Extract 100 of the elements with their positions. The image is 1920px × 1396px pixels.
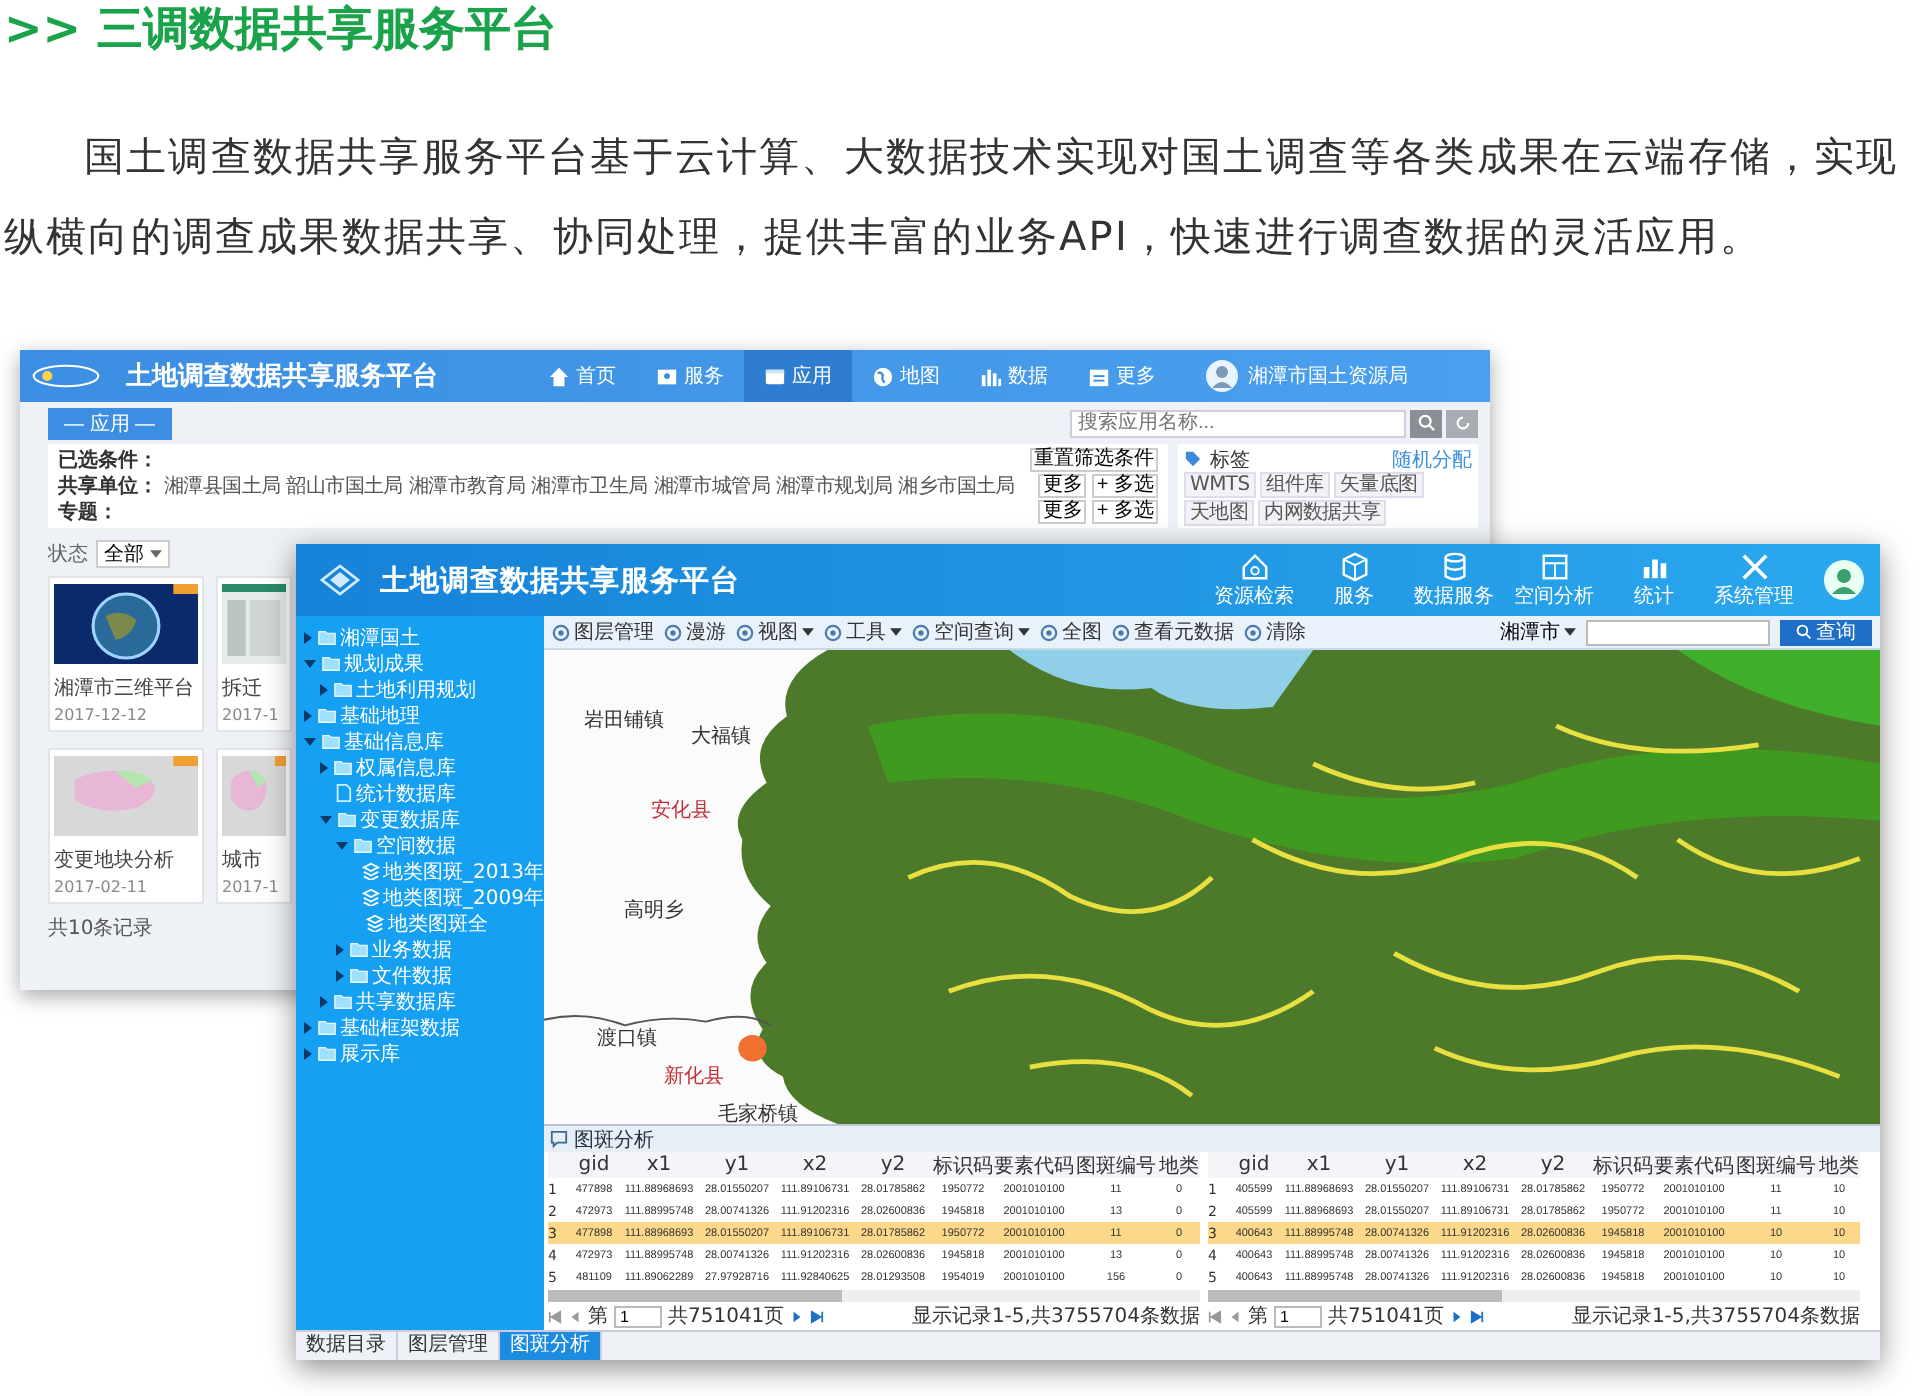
previous-page-icon[interactable] bbox=[1228, 1309, 1242, 1323]
card-title: 城市 bbox=[222, 847, 264, 874]
first-page-icon[interactable] bbox=[1208, 1309, 1222, 1323]
cube-icon bbox=[1339, 551, 1369, 581]
column-header[interactable]: y2 bbox=[854, 1154, 932, 1176]
app-card[interactable]: 拆迁 2017-1 bbox=[216, 576, 292, 732]
column-header[interactable]: x1 bbox=[620, 1154, 698, 1176]
avatar-icon bbox=[1206, 360, 1238, 392]
toolbar-button[interactable]: 视图 bbox=[736, 618, 814, 646]
search-field[interactable]: 搜索应用名称... bbox=[1070, 409, 1406, 437]
filter-option[interactable]: 湘潭县国土局 bbox=[164, 471, 281, 499]
app-card[interactable]: 城市 2017-1 bbox=[216, 748, 292, 904]
page-field[interactable]: 1 bbox=[1274, 1305, 1322, 1327]
toolbar-button[interactable]: 空间查询 bbox=[912, 618, 1030, 646]
multi-select-button[interactable]: + 多选 bbox=[1092, 499, 1158, 523]
column-header[interactable]: y1 bbox=[698, 1154, 776, 1176]
page-count: 共751041页 bbox=[668, 1303, 785, 1330]
bar-chart-icon bbox=[980, 365, 1002, 387]
layers-icon bbox=[361, 888, 380, 906]
first-page-icon[interactable] bbox=[548, 1309, 562, 1323]
globe-thumbnail bbox=[54, 584, 198, 664]
grid-icon bbox=[1539, 551, 1569, 581]
page-heading: >> 三调数据共享服务平台 bbox=[2, 2, 560, 60]
column-header[interactable]: y1 bbox=[1358, 1154, 1436, 1176]
filter-option[interactable]: 湘潭市城管局 bbox=[653, 471, 771, 499]
column-header[interactable]: x1 bbox=[1280, 1154, 1358, 1176]
next-page-icon[interactable] bbox=[790, 1309, 805, 1323]
place-label: 高明乡 bbox=[624, 897, 685, 925]
place-label: 新化县 bbox=[664, 1063, 725, 1091]
window-icon bbox=[764, 365, 786, 387]
query-field[interactable] bbox=[1586, 619, 1770, 645]
card-date: 2017-1 bbox=[222, 878, 281, 896]
caret-icon bbox=[150, 550, 162, 558]
tag[interactable]: 内网数据共享 bbox=[1258, 500, 1387, 526]
next-page-icon[interactable] bbox=[1450, 1309, 1465, 1323]
place-label: 渡口镇 bbox=[597, 1025, 658, 1053]
search-button[interactable] bbox=[1410, 409, 1442, 437]
panel-title: 标签 bbox=[1210, 447, 1250, 473]
column-header[interactable]: 图斑编号 bbox=[1734, 1151, 1818, 1179]
search-icon bbox=[1796, 624, 1812, 640]
column-header[interactable]: gid bbox=[1228, 1154, 1280, 1176]
tag[interactable]: WMTS bbox=[1184, 472, 1256, 498]
record-summary: 显示记录1-5,共3755704条数据 bbox=[911, 1303, 1200, 1330]
last-page-icon[interactable] bbox=[1470, 1309, 1485, 1323]
caret-icon bbox=[1564, 628, 1576, 636]
column-header[interactable]: 标识码 bbox=[1592, 1151, 1654, 1179]
app-card[interactable]: 变更地块分析 2017-02-11 bbox=[48, 748, 204, 904]
last-page-icon[interactable] bbox=[810, 1309, 825, 1323]
page-field[interactable]: 1 bbox=[614, 1305, 662, 1327]
app-card[interactable]: 湘潭市三维平台 2017-12-12 bbox=[48, 576, 204, 732]
filter-option[interactable]: 韶山市国土局 bbox=[286, 471, 403, 499]
query-button[interactable]: 查询 bbox=[1780, 619, 1872, 645]
tag[interactable]: 天地图 bbox=[1184, 500, 1255, 526]
tag[interactable]: 矢量底图 bbox=[1333, 472, 1424, 498]
column-header[interactable]: gid bbox=[568, 1154, 620, 1176]
previous-page-icon[interactable] bbox=[568, 1309, 582, 1323]
toolbar-button[interactable]: 漫游 bbox=[664, 618, 726, 646]
place-label: 大福镇 bbox=[690, 723, 751, 750]
toolbar-button[interactable]: 工具 bbox=[824, 618, 902, 646]
page-count: 共751041页 bbox=[1328, 1303, 1445, 1330]
column-header[interactable]: 要素代码 bbox=[994, 1151, 1074, 1179]
horizontal-scrollbar[interactable] bbox=[548, 1290, 1200, 1302]
screen-thumbnail bbox=[222, 584, 286, 664]
filter-label: 已选条件： bbox=[58, 447, 158, 473]
user-name: 湘潭市国土资源局 bbox=[1248, 363, 1408, 390]
column-header[interactable]: 标识码 bbox=[932, 1151, 994, 1179]
horizontal-scrollbar[interactable] bbox=[1208, 1290, 1860, 1302]
record-count: 共10条记录 bbox=[48, 915, 154, 942]
toolbar-button[interactable]: 全图 bbox=[1040, 618, 1102, 646]
column-header[interactable]: 图斑编号 bbox=[1074, 1151, 1158, 1179]
refresh-button[interactable] bbox=[1446, 409, 1478, 437]
search-icon bbox=[1417, 414, 1435, 432]
status-label: 状态 bbox=[48, 541, 88, 568]
filter-option[interactable]: 湘潭市规划局 bbox=[776, 471, 893, 499]
app-title: 土地调查数据共享服务平台 bbox=[380, 562, 740, 599]
column-header[interactable]: x2 bbox=[776, 1154, 854, 1176]
document-icon bbox=[334, 784, 352, 802]
bottom-tab[interactable]: 图斑分析 bbox=[500, 1332, 602, 1360]
filter-option[interactable]: 湘乡市国土局 bbox=[898, 471, 1015, 499]
bottom-tab[interactable]: 数据目录 bbox=[296, 1332, 398, 1360]
region-dropdown[interactable]: 湘潭市 bbox=[1500, 618, 1576, 646]
column-header[interactable]: y2 bbox=[1514, 1154, 1592, 1176]
toolbar-button[interactable]: 查看元数据 bbox=[1112, 618, 1234, 646]
column-header[interactable]: x2 bbox=[1436, 1154, 1514, 1176]
nav-tab[interactable]: 应用 bbox=[744, 350, 852, 402]
more-button[interactable]: 更多 bbox=[1038, 499, 1087, 523]
status-dropdown[interactable]: 全部 bbox=[96, 540, 170, 568]
reset-button[interactable]: 重置筛选条件 bbox=[1030, 447, 1158, 471]
column-header[interactable]: 地类 bbox=[1158, 1151, 1200, 1179]
refresh-icon bbox=[1453, 414, 1471, 432]
toolbar-button[interactable]: 清除 bbox=[1244, 618, 1306, 646]
column-header[interactable]: 地类 bbox=[1818, 1151, 1860, 1179]
tag[interactable]: 组件库 bbox=[1259, 472, 1330, 498]
more-button[interactable]: 更多 bbox=[1038, 473, 1087, 497]
toolbar-button[interactable]: 图层管理 bbox=[552, 618, 654, 646]
place-label: 安化县 bbox=[650, 797, 711, 825]
column-header[interactable]: 要素代码 bbox=[1654, 1151, 1734, 1179]
multi-select-button[interactable]: + 多选 bbox=[1092, 473, 1158, 497]
filter-option[interactable]: 湘潭市卫生局 bbox=[531, 471, 648, 499]
filter-option[interactable]: 湘潭市教育局 bbox=[408, 471, 526, 499]
